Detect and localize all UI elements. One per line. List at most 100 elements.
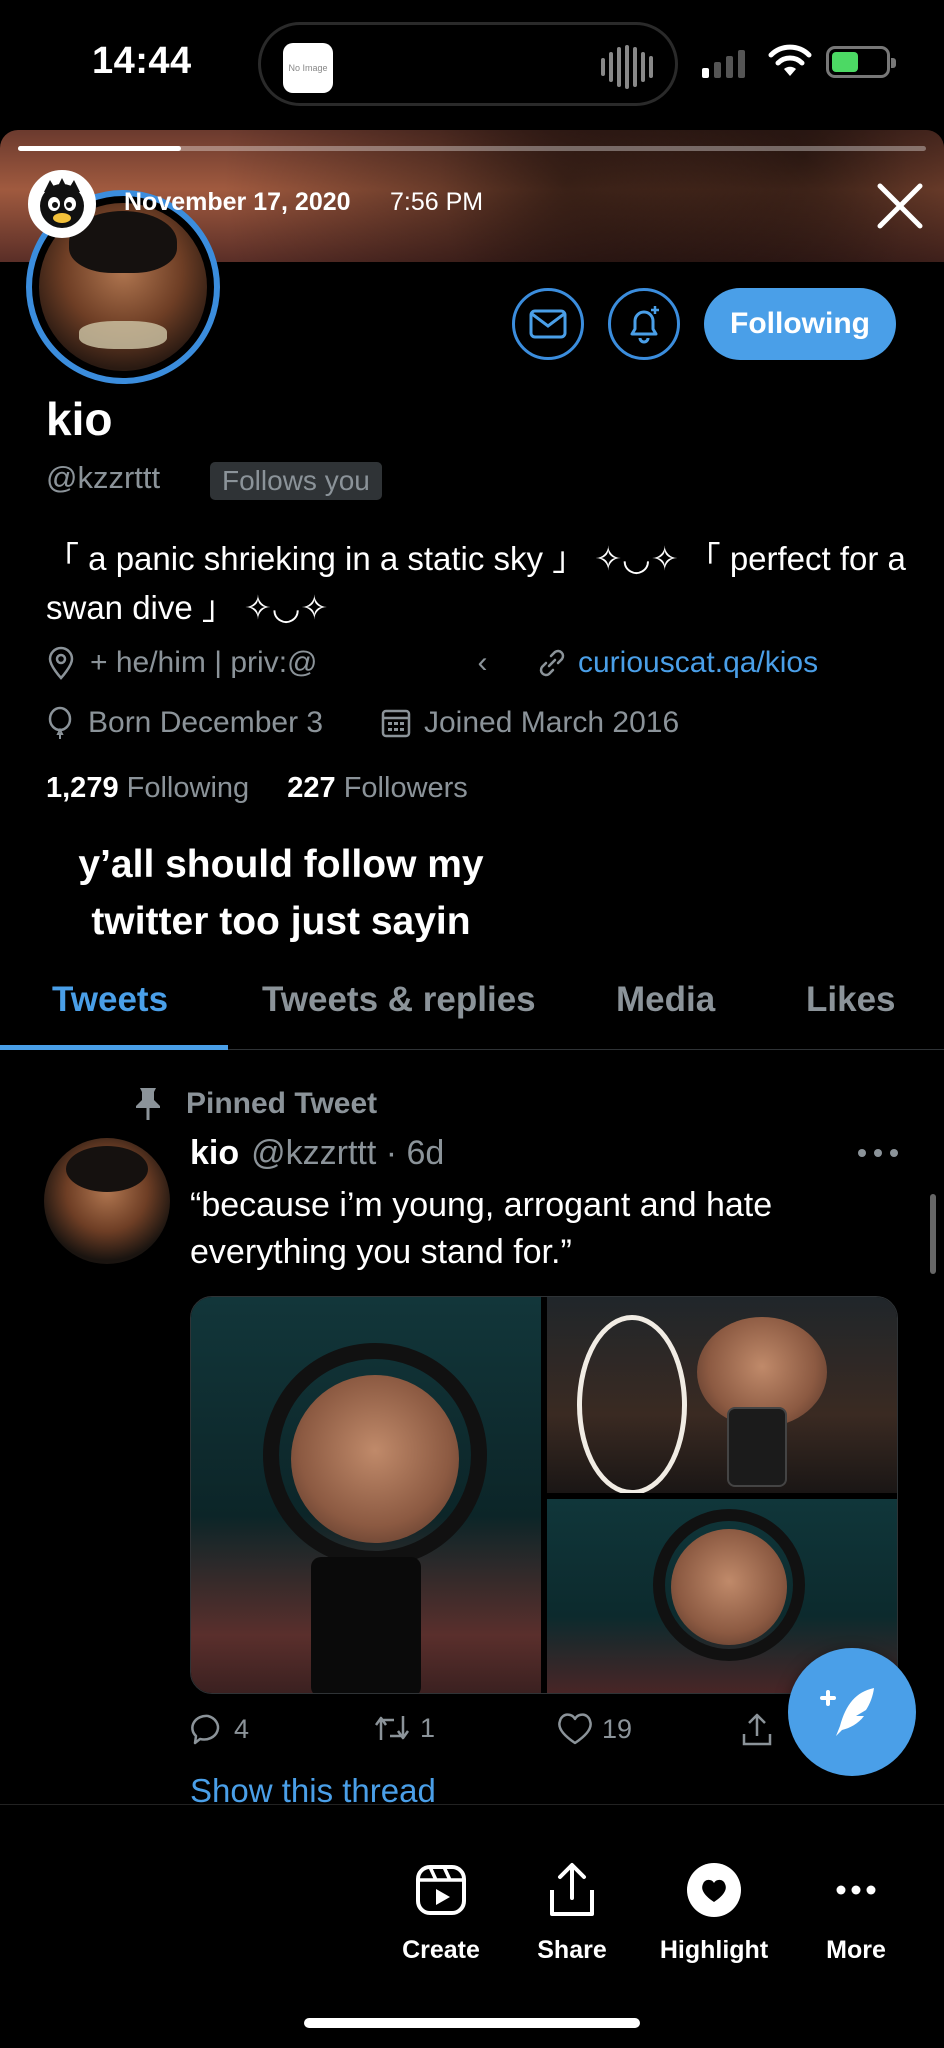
followers-label: Followers bbox=[343, 772, 468, 804]
profile-tabs: Tweets Tweets & replies Media Likes bbox=[0, 968, 944, 1050]
tweet-photo-1[interactable] bbox=[191, 1297, 541, 1693]
caption-line-1: y’all should follow my bbox=[78, 843, 484, 886]
create-button[interactable]: Create bbox=[376, 1860, 506, 1965]
tweet-header: kio @kzzrttt · 6d bbox=[190, 1134, 444, 1173]
followers-stat[interactable]: 227 Followers bbox=[287, 772, 468, 804]
heart-highlight-icon bbox=[686, 1860, 742, 1920]
profile-bio: 「 a panic shrieking in a static sky 」 ✧◡… bbox=[46, 540, 906, 626]
story-progress-fill bbox=[18, 146, 182, 151]
profile-handle: @kzzrttt bbox=[46, 460, 161, 495]
highlight-button[interactable]: Highlight bbox=[649, 1860, 779, 1965]
show-thread-link[interactable]: Show this thread bbox=[190, 1772, 436, 1804]
photo-face bbox=[291, 1375, 459, 1543]
badtz-maru-icon bbox=[40, 178, 84, 228]
create-reel-icon bbox=[414, 1860, 468, 1920]
more-label: More bbox=[826, 1936, 886, 1964]
like-count: 19 bbox=[602, 1713, 633, 1744]
home-indicator[interactable] bbox=[304, 2018, 640, 2028]
message-button[interactable] bbox=[512, 288, 584, 360]
bell-plus-icon bbox=[630, 306, 659, 344]
status-bar: 14:44 No Image bbox=[0, 0, 944, 130]
compose-feather-icon bbox=[820, 1688, 874, 1736]
active-tab-indicator bbox=[0, 1045, 228, 1050]
tweet-author-avatar[interactable] bbox=[44, 1138, 170, 1264]
following-button[interactable]: Following bbox=[704, 288, 896, 360]
pinned-text: Pinned Tweet bbox=[186, 1087, 378, 1120]
location-pin-icon bbox=[46, 646, 76, 680]
tweet-share-button[interactable] bbox=[740, 1712, 782, 1748]
scroll-indicator[interactable] bbox=[930, 1194, 936, 1274]
share-icon bbox=[740, 1712, 774, 1748]
island-app-thumbnail: No Image bbox=[283, 43, 333, 93]
story-text-overlay: y’all should follow my twitter too just … bbox=[0, 836, 562, 950]
joined-text: Joined March 2016 bbox=[424, 706, 680, 739]
balloon-icon bbox=[46, 706, 74, 740]
profile-name: kio bbox=[46, 393, 113, 445]
more-dots-icon bbox=[836, 1860, 876, 1920]
profile-joined: Joined March 2016 bbox=[380, 706, 679, 740]
like-button[interactable]: 19 bbox=[556, 1712, 632, 1746]
tweet-media-grid bbox=[190, 1296, 898, 1694]
location-text: + he/him | priv:@ bbox=[90, 646, 318, 679]
retweet-count: 1 bbox=[420, 1712, 436, 1743]
following-label: Following bbox=[126, 772, 250, 804]
share-button[interactable]: Share bbox=[507, 1860, 637, 1965]
like-icon bbox=[556, 1712, 594, 1746]
reply-count: 4 bbox=[234, 1713, 250, 1744]
profile-link-text[interactable]: curiouscat.qa/kios bbox=[578, 646, 818, 680]
bottom-bar-divider bbox=[0, 1804, 944, 1805]
retweet-button[interactable]: 1 bbox=[372, 1712, 435, 1744]
story-date: November 17, 2020 bbox=[124, 188, 351, 216]
profile-link[interactable]: curiouscat.qa/kios bbox=[536, 646, 818, 680]
link-icon bbox=[536, 647, 568, 679]
dynamic-island[interactable]: No Image bbox=[258, 22, 678, 106]
story-card[interactable]: November 17, 2020 7:56 PM Following kio … bbox=[0, 130, 944, 1805]
followers-count: 227 bbox=[287, 772, 336, 804]
redacted-area bbox=[317, 648, 478, 678]
highlight-label: Highlight bbox=[659, 1936, 769, 1964]
wifi-icon bbox=[768, 44, 812, 76]
notifications-button[interactable] bbox=[608, 288, 680, 360]
tweet-author-handle: @kzzrttt · 6d bbox=[251, 1134, 445, 1172]
story-progress-bar bbox=[18, 146, 926, 151]
follow-stats: 1,279 Following 227 Followers bbox=[46, 772, 468, 805]
phone-silhouette bbox=[727, 1407, 787, 1487]
mail-icon bbox=[529, 309, 567, 339]
tab-likes[interactable]: Likes bbox=[806, 980, 896, 1020]
phone-silhouette bbox=[311, 1557, 421, 1693]
story-time: 7:56 PM bbox=[390, 188, 484, 216]
tab-media[interactable]: Media bbox=[616, 980, 715, 1020]
battery-icon bbox=[826, 46, 896, 78]
more-button[interactable]: More bbox=[791, 1860, 921, 1965]
reply-button[interactable]: 4 bbox=[190, 1712, 249, 1746]
reply-icon bbox=[190, 1712, 226, 1746]
compose-tweet-button[interactable] bbox=[788, 1648, 916, 1776]
calendar-icon bbox=[380, 707, 412, 739]
caption-line-2: twitter too just sayin bbox=[91, 900, 471, 943]
tweet-text: “because i’m young, arrogant and hate ev… bbox=[190, 1186, 773, 1271]
upload-share-icon bbox=[547, 1860, 597, 1920]
tweet-more-icon[interactable] bbox=[858, 1138, 898, 1168]
audio-waveform-icon bbox=[601, 45, 653, 89]
create-label: Create bbox=[402, 1936, 480, 1964]
follows-you-badge: Follows you bbox=[210, 462, 382, 500]
cellular-signal-icon bbox=[702, 48, 745, 78]
tab-tweets[interactable]: Tweets bbox=[52, 980, 168, 1020]
birthday-text: Born December 3 bbox=[88, 706, 324, 739]
tweet-photo-2[interactable] bbox=[547, 1297, 897, 1493]
tweet-author-name[interactable]: kio bbox=[190, 1134, 239, 1173]
retweet-icon bbox=[372, 1712, 412, 1744]
following-count: 1,279 bbox=[46, 772, 119, 804]
profile-birthday: Born December 3 bbox=[46, 706, 323, 740]
pinned-tweet-label: Pinned Tweet bbox=[132, 1086, 377, 1122]
share-label: Share bbox=[537, 1936, 607, 1964]
following-stat[interactable]: 1,279 Following bbox=[46, 772, 249, 804]
close-icon[interactable] bbox=[874, 180, 926, 232]
tab-tweets-replies[interactable]: Tweets & replies bbox=[262, 980, 536, 1020]
ring-light-glow bbox=[577, 1315, 687, 1493]
photo-face bbox=[671, 1529, 787, 1645]
story-author-avatar[interactable] bbox=[28, 170, 96, 238]
pin-icon bbox=[132, 1086, 164, 1122]
status-time: 14:44 bbox=[92, 40, 192, 82]
profile-location: + he/him | priv:@ ‹ bbox=[46, 646, 488, 680]
